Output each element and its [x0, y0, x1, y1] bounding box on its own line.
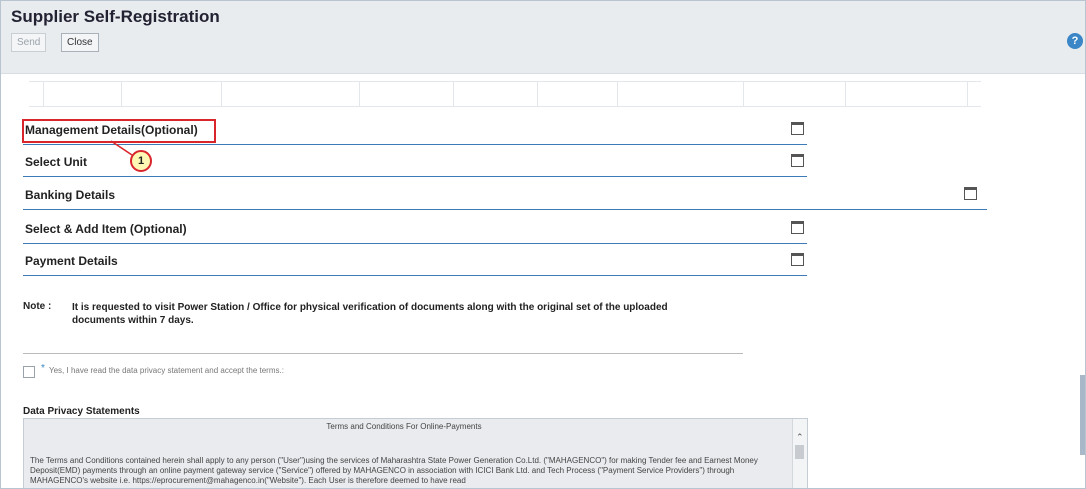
collapse-icon[interactable]	[964, 187, 977, 200]
collapse-icon[interactable]	[791, 122, 804, 135]
registration-window: Supplier Self-Registration Send Close ? …	[0, 0, 1086, 489]
section-label: Payment Details	[25, 254, 118, 268]
page-title: Supplier Self-Registration	[11, 7, 220, 26]
page-scrollbar[interactable]	[1080, 83, 1085, 483]
note-text: It is requested to visit Power Station /…	[72, 302, 668, 326]
section-label: Banking Details	[25, 188, 116, 202]
title-bar: Supplier Self-Registration Send Close ?	[1, 1, 1085, 74]
close-button[interactable]: Close	[61, 33, 99, 52]
data-privacy-title: Data Privacy Statements	[23, 406, 140, 417]
note-label: Note :	[23, 301, 52, 312]
privacy-checkbox-label: Yes, I have read the data privacy statem…	[49, 366, 284, 375]
terms-heading: Terms and Conditions For Online-Payments	[326, 422, 482, 431]
terms-text: The Terms and Conditions contained herei…	[30, 456, 758, 485]
chevron-up-icon[interactable]: ⌃	[796, 432, 804, 443]
textarea-scrollbar[interactable]: ⌃	[792, 419, 807, 488]
collapse-icon[interactable]	[791, 154, 804, 167]
section-payment-details[interactable]: Payment Details	[23, 245, 807, 276]
form-content: Management Details(Optional) Select Unit…	[1, 73, 1085, 488]
help-icon[interactable]: ?	[1067, 33, 1083, 49]
callout-badge: 1	[130, 150, 152, 172]
collapse-icon[interactable]	[791, 253, 804, 266]
section-banking-details[interactable]: Banking Details	[23, 179, 987, 210]
send-button[interactable]: Send	[11, 33, 47, 52]
privacy-statement-textarea[interactable]: Terms and Conditions For Online-Payments…	[23, 418, 808, 488]
privacy-checkbox[interactable]	[23, 366, 35, 378]
scrollbar-thumb[interactable]	[795, 445, 804, 459]
divider	[23, 353, 743, 354]
required-marker: *	[41, 363, 45, 374]
callout-pointer	[110, 140, 133, 156]
section-select-add-item[interactable]: Select & Add Item (Optional)	[23, 213, 807, 244]
collapse-icon[interactable]	[791, 221, 804, 234]
section-label: Select & Add Item (Optional)	[25, 222, 187, 236]
scrollbar-thumb[interactable]	[1080, 375, 1085, 455]
